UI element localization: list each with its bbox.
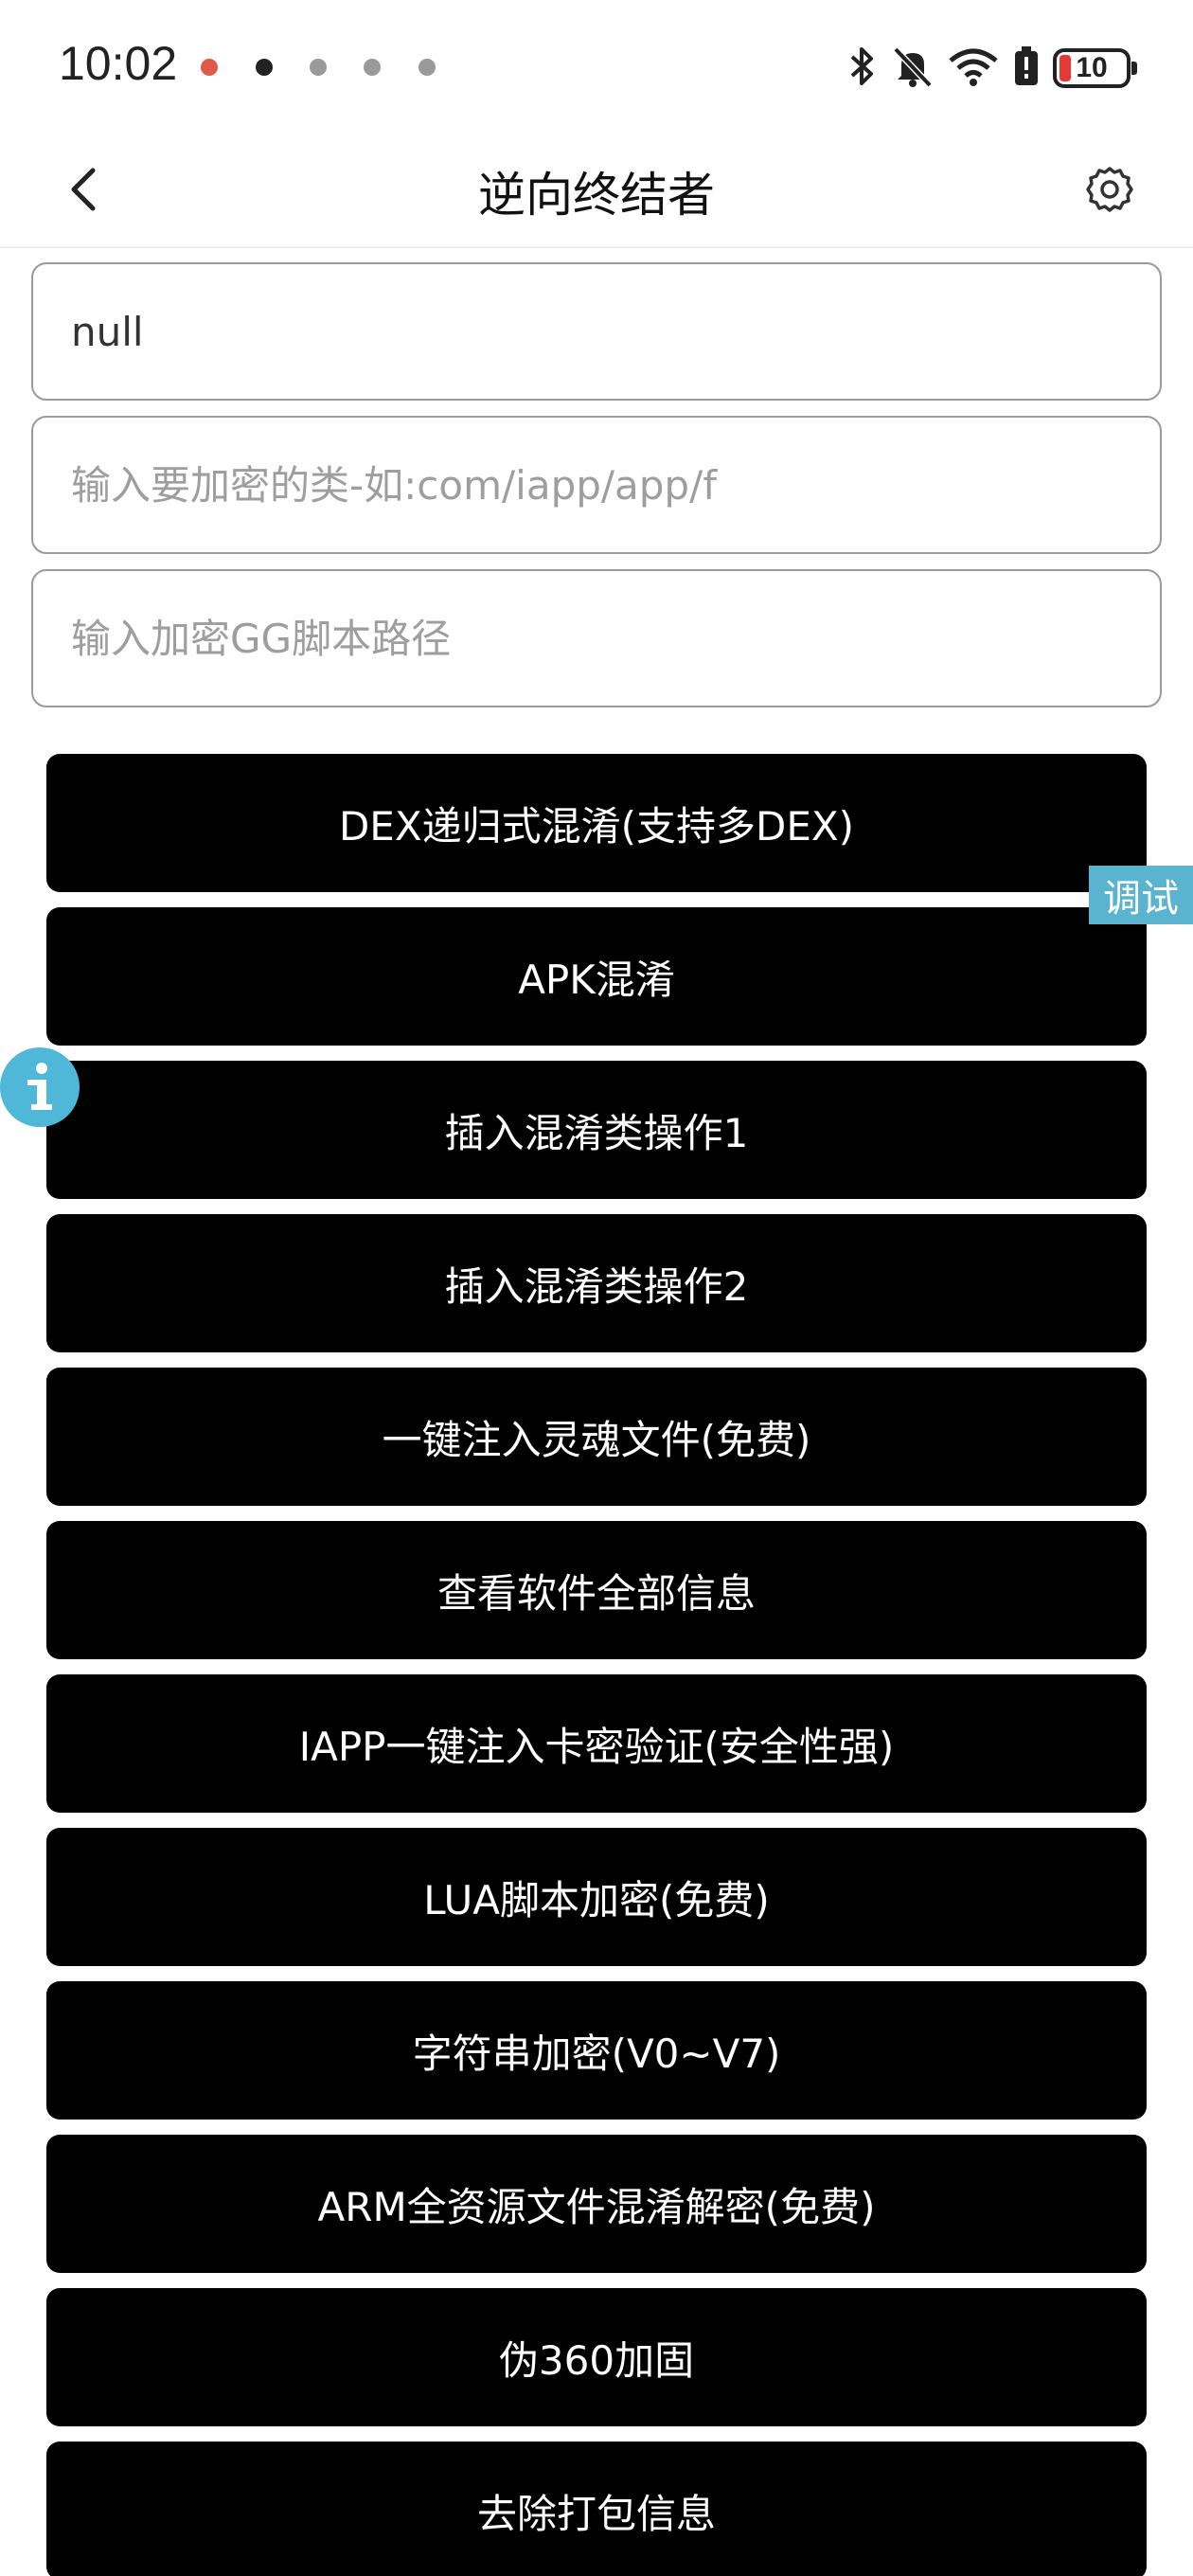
battery-fill — [1059, 55, 1071, 81]
class-path-input[interactable] — [33, 418, 1160, 552]
battery-level: 10 — [1076, 52, 1108, 83]
iapp-inject-license-button[interactable]: IAPP一键注入卡密验证(安全性强) — [46, 1674, 1147, 1813]
notification-dot — [310, 59, 327, 76]
notification-dot — [364, 59, 381, 76]
insert-obfuscation-1-button[interactable]: 插入混淆类操作1 — [46, 1061, 1147, 1199]
apk-obfuscate-button[interactable]: APK混淆 — [46, 907, 1147, 1046]
lua-encrypt-button[interactable]: LUA脚本加密(免费) — [46, 1828, 1147, 1966]
package-field[interactable] — [31, 262, 1162, 401]
arm-resource-decrypt-button[interactable]: ARM全资源文件混淆解密(免费) — [46, 2135, 1147, 2273]
battery-saver-icon — [1013, 44, 1040, 93]
wifi-icon — [947, 44, 1000, 93]
notification-dot — [418, 59, 436, 76]
bluetooth-icon — [846, 44, 879, 93]
status-bar: 10:02 10 — [0, 0, 1193, 133]
notification-dot — [201, 59, 218, 76]
info-float-button[interactable] — [0, 1047, 80, 1127]
view-app-info-button[interactable]: 查看软件全部信息 — [46, 1521, 1147, 1659]
fake-360-harden-button[interactable]: 伪360加固 — [46, 2288, 1147, 2426]
insert-obfuscation-2-button[interactable]: 插入混淆类操作2 — [46, 1214, 1147, 1352]
dex-obfuscate-button[interactable]: DEX递归式混淆(支持多DEX) — [46, 754, 1147, 892]
gg-script-path-input[interactable] — [33, 571, 1160, 706]
gg-script-field[interactable] — [31, 569, 1162, 707]
app-header: 逆向终结者 — [0, 133, 1193, 248]
status-time: 10:02 — [59, 37, 178, 90]
gear-icon — [1086, 167, 1133, 212]
info-icon — [27, 1063, 52, 1110]
battery-nub — [1131, 62, 1137, 75]
silent-bell-icon — [892, 44, 934, 93]
battery-icon: 10 — [1053, 48, 1137, 88]
string-encrypt-button[interactable]: 字符串加密(V0~V7) — [46, 1981, 1147, 2120]
page-title: 逆向终结者 — [478, 168, 715, 223]
notification-dot — [256, 59, 273, 76]
class-field[interactable] — [31, 416, 1162, 554]
debug-tab[interactable]: 调试 — [1089, 866, 1193, 924]
inject-soul-file-button[interactable]: 一键注入灵魂文件(免费) — [46, 1368, 1147, 1506]
remove-pack-info-button[interactable]: 去除打包信息 — [46, 2442, 1147, 2576]
settings-button[interactable] — [1079, 159, 1140, 220]
package-input[interactable] — [33, 264, 1160, 399]
status-icons: 10 — [846, 42, 1137, 95]
